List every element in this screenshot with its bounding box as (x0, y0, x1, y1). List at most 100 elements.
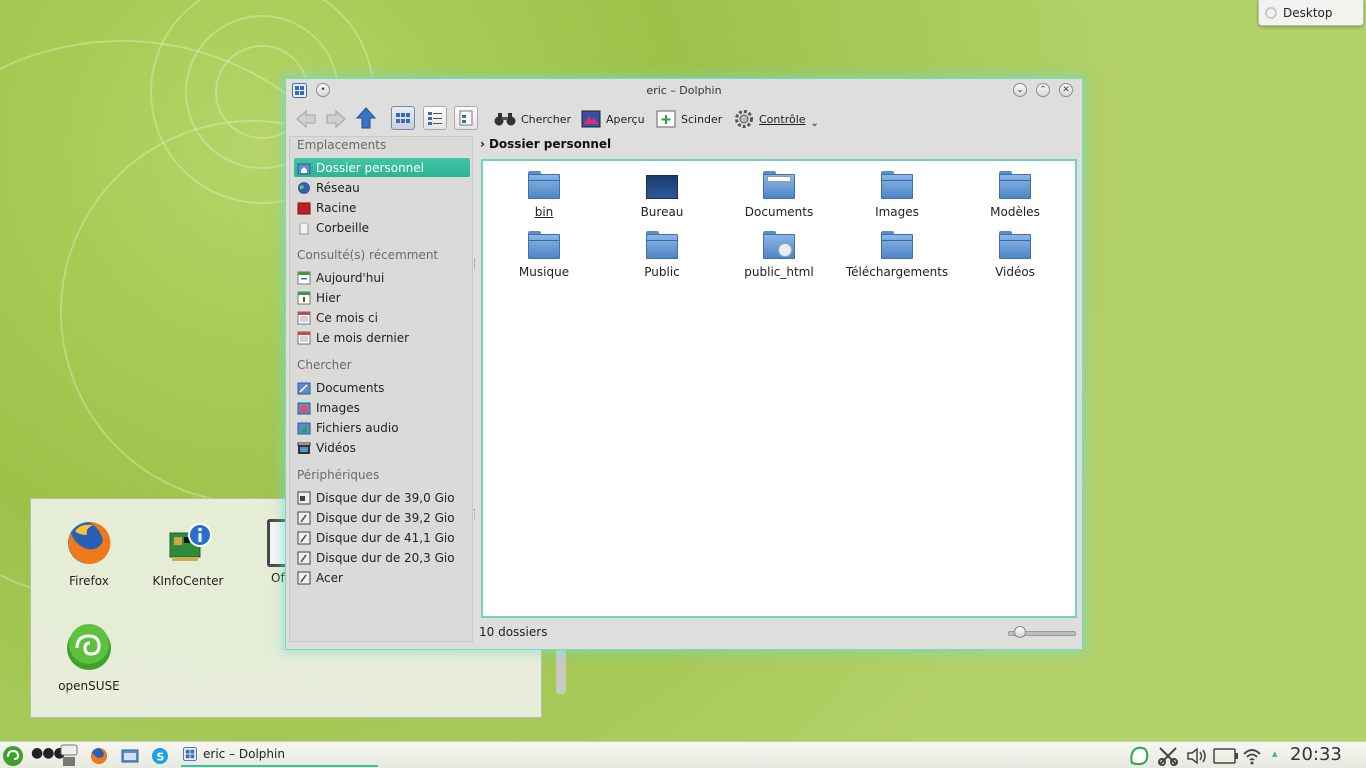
status-bar-text: 10 dossiers (479, 625, 548, 639)
web-folder-icon (763, 231, 795, 259)
place-device-disk[interactable]: Disque dur de 39,0 Gio (294, 488, 470, 507)
network-globe-icon (298, 181, 310, 194)
firefox-icon[interactable] (90, 747, 108, 765)
taskbar-task-dolphin[interactable]: eric – Dolphin (181, 743, 378, 767)
icons-view-icon (396, 113, 410, 123)
zoom-slider-handle[interactable] (1014, 626, 1026, 638)
panel-splitter[interactable] (474, 509, 479, 519)
file-label: Documents (744, 205, 814, 219)
volume-icon[interactable] (1186, 747, 1208, 765)
file-item[interactable]: Bureau (603, 163, 721, 219)
skype-icon[interactable]: S (151, 747, 169, 765)
file-label: Vidéos (995, 265, 1035, 279)
places-panel: Emplacements Dossier personnel Réseau Ra… (289, 136, 473, 642)
scissors-klipper-icon[interactable] (1157, 746, 1179, 766)
split-label: Scinder (681, 112, 723, 126)
application-launcher-icon[interactable] (2, 745, 24, 767)
breadcrumb-current: Dossier personnel (488, 137, 612, 151)
icons-view-button[interactable] (391, 106, 415, 130)
desktop-item-label: openSUSE (58, 679, 120, 693)
control-menu-button[interactable]: Contrôle ⌄ (734, 107, 819, 131)
place-network[interactable]: Réseau (294, 178, 470, 197)
main-toolbar: Chercher Aperçu Scinder Contrôle ⌄ (286, 103, 1082, 135)
compact-view-button[interactable] (423, 106, 447, 130)
place-search-audio[interactable]: Fichiers audio (294, 418, 470, 437)
minimize-button[interactable]: ⌄ (1013, 83, 1027, 97)
desktop-activity-widget[interactable]: Desktop (1258, 0, 1364, 26)
place-root[interactable]: Racine (294, 198, 470, 217)
software-updater-icon[interactable] (1128, 745, 1150, 767)
file-item[interactable]: Documents (720, 163, 838, 219)
file-view[interactable]: bin Bureau Documents Images Modèles Musi… (481, 159, 1077, 618)
dolphin-launcher-icon[interactable] (121, 747, 139, 765)
desktop-item-kinfocenter[interactable]: KInfoCenter (148, 519, 228, 588)
folder-view-scrollbar[interactable] (556, 649, 566, 694)
calendar-icon (297, 311, 311, 324)
file-item[interactable]: Modèles (956, 163, 1074, 219)
title-bar[interactable]: • eric – Dolphin ⌄ ⌃ ✕ (286, 79, 1082, 103)
places-group-header: Consulté(s) récemment (297, 248, 439, 262)
place-this-month[interactable]: Ce mois ci (294, 308, 470, 327)
place-home[interactable]: Dossier personnel (294, 158, 470, 177)
place-yesterday[interactable]: Hier (294, 288, 470, 307)
desktop-item-firefox[interactable]: Firefox (49, 519, 129, 588)
file-item[interactable]: Images (838, 163, 956, 219)
window-title: eric – Dolphin (646, 84, 722, 97)
search-button[interactable]: Chercher (494, 107, 571, 131)
calendar-icon (297, 291, 311, 304)
file-label: Public (644, 265, 680, 279)
up-arrow-icon[interactable] (356, 107, 376, 129)
close-button[interactable]: ✕ (1059, 83, 1073, 97)
file-label: bin (534, 205, 554, 219)
system-tray-expand-icon[interactable]: ▴ (1272, 747, 1278, 760)
folder-icon (881, 231, 913, 259)
place-device-disk[interactable]: Disque dur de 20,3 Gio (294, 548, 470, 567)
place-today[interactable]: Aujourd'hui (294, 268, 470, 287)
dolphin-app-icon (183, 747, 197, 761)
chevron-down-icon: ⌄ (810, 117, 819, 129)
opensuse-icon (67, 624, 111, 670)
file-item[interactable]: Vidéos (956, 223, 1074, 279)
places-group-header: Périphériques (297, 468, 380, 482)
preview-label: Aperçu (606, 112, 645, 126)
place-device-disk[interactable]: Disque dur de 39,2 Gio (294, 508, 470, 527)
desktop-folder-icon (646, 175, 678, 199)
back-arrow-icon[interactable] (295, 109, 317, 129)
hard-disk-icon (297, 511, 311, 524)
place-last-month[interactable]: Le mois dernier (294, 328, 470, 347)
wifi-icon[interactable] (1242, 746, 1262, 766)
place-search-videos[interactable]: Vidéos (294, 438, 470, 457)
split-button[interactable]: Scinder (656, 107, 722, 131)
battery-icon[interactable] (1213, 748, 1239, 764)
forward-arrow-icon[interactable] (325, 109, 347, 129)
place-label: Fichiers audio (316, 420, 399, 435)
place-search-documents[interactable]: Documents (294, 378, 470, 397)
breadcrumb[interactable]: › Dossier personnel (480, 137, 611, 151)
folder-icon (881, 171, 913, 199)
place-device-acer[interactable]: Acer (294, 568, 470, 587)
svg-text:S: S (157, 751, 165, 764)
place-search-images[interactable]: Images (294, 398, 470, 417)
hard-disk-icon (297, 571, 311, 584)
file-item[interactable]: public_html (720, 223, 838, 279)
place-label: Acer (316, 570, 343, 585)
file-item[interactable]: bin (485, 163, 603, 219)
zoom-slider[interactable] (1008, 626, 1076, 638)
clock[interactable]: 20:33 (1290, 744, 1342, 765)
binoculars-icon (494, 113, 516, 126)
desktop-item-opensuse[interactable]: openSUSE (49, 624, 129, 693)
panel-splitter[interactable] (474, 259, 479, 269)
file-item[interactable]: Musique (485, 223, 603, 279)
place-device-disk[interactable]: Disque dur de 41,1 Gio (294, 528, 470, 547)
place-label: Réseau (316, 180, 360, 195)
preview-button[interactable]: Aperçu (581, 107, 645, 131)
dolphin-window: • eric – Dolphin ⌄ ⌃ ✕ Chercher Aperçu S… (285, 78, 1083, 650)
task-label: eric – Dolphin (203, 747, 285, 761)
maximize-button[interactable]: ⌃ (1036, 83, 1050, 97)
activity-switcher-icon[interactable] (60, 744, 78, 768)
file-item[interactable]: Public (603, 223, 721, 279)
details-view-button[interactable] (454, 106, 478, 130)
file-label: Images (875, 205, 919, 219)
place-trash[interactable]: Corbeille (294, 218, 470, 237)
file-item[interactable]: Téléchargements (838, 223, 956, 279)
